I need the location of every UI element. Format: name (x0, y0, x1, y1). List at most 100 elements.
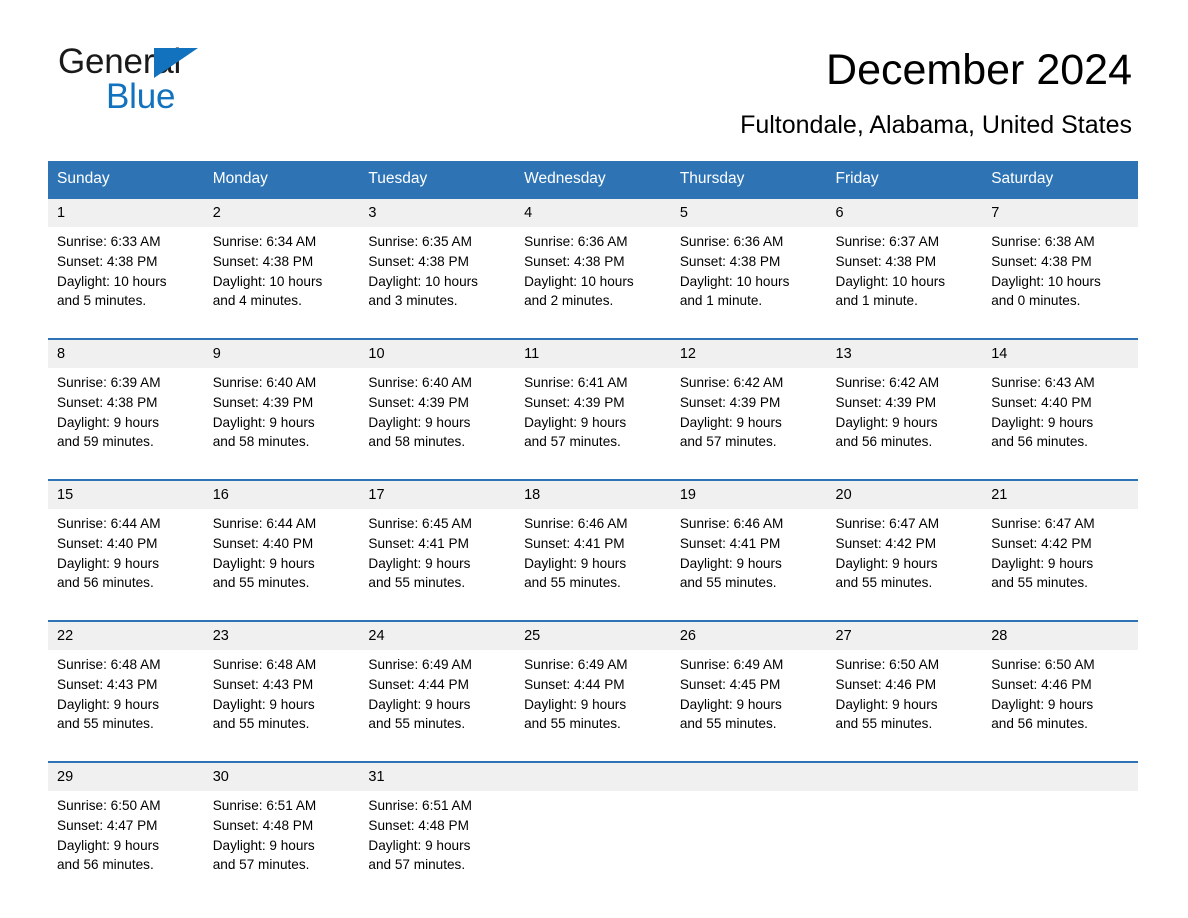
sunrise-text: Sunrise: 6:40 AM (212, 375, 317, 390)
week-spacer (48, 747, 1138, 762)
day-number-28[interactable]: 28 (982, 620, 1138, 650)
day-cell-18[interactable]: Sunrise: 6:46 AM Sunset: 4:41 PM Daylight:… (515, 509, 671, 606)
day-number-18[interactable]: 18 (515, 479, 671, 509)
sunset-text: Sunset: 4:48 PM (212, 817, 314, 833)
day-number-11[interactable]: 11 (515, 338, 671, 368)
day-number-25[interactable]: 25 (515, 620, 671, 650)
daylight-text-1: Daylight: 9 hours (368, 696, 471, 712)
day-detail-row: Sunrise: 6:33 AM Sunset: 4:38 PM Daylight:… (48, 227, 1138, 324)
daylight-text-2: and 55 minutes. (524, 716, 621, 732)
day-number-5[interactable]: 5 (670, 197, 827, 227)
day-cell-4[interactable]: Sunrise: 6:36 AM Sunset: 4:38 PM Daylight:… (515, 227, 671, 324)
daylight-text-1: Daylight: 9 hours (57, 555, 160, 571)
daylight-text-2: and 57 minutes. (524, 434, 621, 450)
daylight-text-2: and 1 minute. (835, 293, 918, 309)
day-number-1[interactable]: 1 (48, 197, 204, 227)
day-number-empty (982, 761, 1138, 791)
daylight-text-1: Daylight: 9 hours (679, 555, 782, 571)
day-cell-26[interactable]: Sunrise: 6:49 AM Sunset: 4:45 PM Daylight:… (670, 650, 827, 747)
day-cell-25[interactable]: Sunrise: 6:49 AM Sunset: 4:44 PM Daylight:… (515, 650, 671, 747)
day-cell-5[interactable]: Sunrise: 6:36 AM Sunset: 4:38 PM Daylight:… (670, 227, 827, 324)
daylight-text-2: and 55 minutes. (679, 716, 777, 732)
day-cell-27[interactable]: Sunrise: 6:50 AM Sunset: 4:46 PM Daylight:… (826, 650, 983, 747)
day-number-29[interactable]: 29 (48, 761, 204, 791)
day-cell-29[interactable]: Sunrise: 6:50 AM Sunset: 4:47 PM Daylight:… (48, 791, 204, 888)
sunrise-text: Sunrise: 6:48 AM (212, 657, 317, 672)
day-cell-20[interactable]: Sunrise: 6:47 AM Sunset: 4:42 PM Daylight:… (826, 509, 983, 606)
day-number-7[interactable]: 7 (982, 197, 1138, 227)
general-blue-logo[interactable]: General Blue (58, 42, 248, 118)
day-detail-row: Sunrise: 6:50 AM Sunset: 4:47 PM Daylight:… (48, 791, 1138, 888)
week-spacer (48, 465, 1138, 480)
day-number-22[interactable]: 22 (48, 620, 204, 650)
day-number-15[interactable]: 15 (48, 479, 204, 509)
blue-triangle-icon (154, 48, 198, 78)
day-cell-10[interactable]: Sunrise: 6:40 AM Sunset: 4:39 PM Daylight:… (359, 368, 516, 465)
day-cell-8[interactable]: Sunrise: 6:39 AM Sunset: 4:38 PM Daylight:… (48, 368, 204, 465)
daylight-text-2: and 55 minutes. (835, 575, 933, 591)
day-cell-3[interactable]: Sunrise: 6:35 AM Sunset: 4:38 PM Daylight:… (359, 227, 516, 324)
day-cell-7[interactable]: Sunrise: 6:38 AM Sunset: 4:38 PM Daylight:… (982, 227, 1138, 324)
day-cell-30[interactable]: Sunrise: 6:51 AM Sunset: 4:48 PM Daylight:… (203, 791, 360, 888)
day-number-17[interactable]: 17 (359, 479, 516, 509)
day-number-12[interactable]: 12 (670, 338, 827, 368)
day-cell-empty (670, 791, 827, 888)
sunrise-text: Sunrise: 6:46 AM (679, 516, 784, 531)
day-number-23[interactable]: 23 (203, 620, 360, 650)
daylight-text-2: and 55 minutes. (57, 716, 154, 732)
day-number-16[interactable]: 16 (203, 479, 360, 509)
day-number-27[interactable]: 27 (826, 620, 983, 650)
sunset-text: Sunset: 4:38 PM (212, 253, 314, 269)
day-number-26[interactable]: 26 (670, 620, 827, 650)
day-cell-21[interactable]: Sunrise: 6:47 AM Sunset: 4:42 PM Daylight:… (982, 509, 1138, 606)
day-cell-23[interactable]: Sunrise: 6:48 AM Sunset: 4:43 PM Daylight:… (203, 650, 360, 747)
day-cell-13[interactable]: Sunrise: 6:42 AM Sunset: 4:39 PM Daylight:… (826, 368, 983, 465)
day-cell-12[interactable]: Sunrise: 6:42 AM Sunset: 4:39 PM Daylight:… (670, 368, 827, 465)
page-title: December 2024 (826, 46, 1132, 94)
sunset-text: Sunset: 4:38 PM (57, 394, 158, 410)
daylight-text-1: Daylight: 9 hours (524, 414, 627, 430)
day-cell-11[interactable]: Sunrise: 6:41 AM Sunset: 4:39 PM Daylight:… (515, 368, 671, 465)
day-cell-28[interactable]: Sunrise: 6:50 AM Sunset: 4:46 PM Daylight:… (982, 650, 1138, 747)
sunrise-text: Sunrise: 6:43 AM (991, 375, 1095, 390)
day-number-19[interactable]: 19 (670, 479, 827, 509)
day-number-empty (826, 761, 983, 791)
day-number-3[interactable]: 3 (359, 197, 516, 227)
daylight-text-2: and 3 minutes. (368, 293, 458, 309)
day-number-31[interactable]: 31 (359, 761, 516, 791)
day-cell-9[interactable]: Sunrise: 6:40 AM Sunset: 4:39 PM Daylight:… (203, 368, 360, 465)
day-cell-22[interactable]: Sunrise: 6:48 AM Sunset: 4:43 PM Daylight:… (48, 650, 204, 747)
daylight-text-1: Daylight: 9 hours (524, 555, 627, 571)
day-cell-31[interactable]: Sunrise: 6:51 AM Sunset: 4:48 PM Daylight:… (359, 791, 516, 888)
day-number-24[interactable]: 24 (359, 620, 516, 650)
day-number-2[interactable]: 2 (203, 197, 360, 227)
sunset-text: Sunset: 4:38 PM (524, 253, 625, 269)
sunrise-sunset-calendar: Sunday Monday Tuesday Wednesday Thursday Frid… (48, 161, 1138, 888)
week-spacer-cell (48, 747, 1138, 762)
day-cell-14[interactable]: Sunrise: 6:43 AM Sunset: 4:40 PM Daylight:… (982, 368, 1138, 465)
day-number-13[interactable]: 13 (826, 338, 983, 368)
day-number-8[interactable]: 8 (48, 338, 204, 368)
day-number-20[interactable]: 20 (826, 479, 983, 509)
day-number-4[interactable]: 4 (515, 197, 671, 227)
day-number-9[interactable]: 9 (203, 338, 360, 368)
day-cell-1[interactable]: Sunrise: 6:33 AM Sunset: 4:38 PM Daylight:… (48, 227, 204, 324)
daylight-text-2: and 4 minutes. (212, 293, 302, 309)
day-detail-row: Sunrise: 6:44 AM Sunset: 4:40 PM Daylight:… (48, 509, 1138, 606)
day-cell-15[interactable]: Sunrise: 6:44 AM Sunset: 4:40 PM Daylight:… (48, 509, 204, 606)
day-number-10[interactable]: 10 (359, 338, 516, 368)
day-number-30[interactable]: 30 (203, 761, 360, 791)
day-cell-17[interactable]: Sunrise: 6:45 AM Sunset: 4:41 PM Daylight:… (359, 509, 516, 606)
day-number-6[interactable]: 6 (826, 197, 983, 227)
day-number-14[interactable]: 14 (982, 338, 1138, 368)
day-cell-6[interactable]: Sunrise: 6:37 AM Sunset: 4:38 PM Daylight:… (826, 227, 983, 324)
day-cell-2[interactable]: Sunrise: 6:34 AM Sunset: 4:38 PM Daylight:… (203, 227, 360, 324)
day-cell-24[interactable]: Sunrise: 6:49 AM Sunset: 4:44 PM Daylight:… (359, 650, 516, 747)
sunset-text: Sunset: 4:41 PM (524, 535, 625, 551)
page-header: General Blue December 2024 Fultondale, A… (0, 0, 1188, 142)
daylight-text-2: and 56 minutes. (835, 434, 933, 450)
day-cell-16[interactable]: Sunrise: 6:44 AM Sunset: 4:40 PM Daylight:… (203, 509, 360, 606)
day-number-21[interactable]: 21 (982, 479, 1138, 509)
sunrise-text: Sunrise: 6:44 AM (57, 516, 161, 531)
day-cell-19[interactable]: Sunrise: 6:46 AM Sunset: 4:41 PM Daylight:… (670, 509, 827, 606)
